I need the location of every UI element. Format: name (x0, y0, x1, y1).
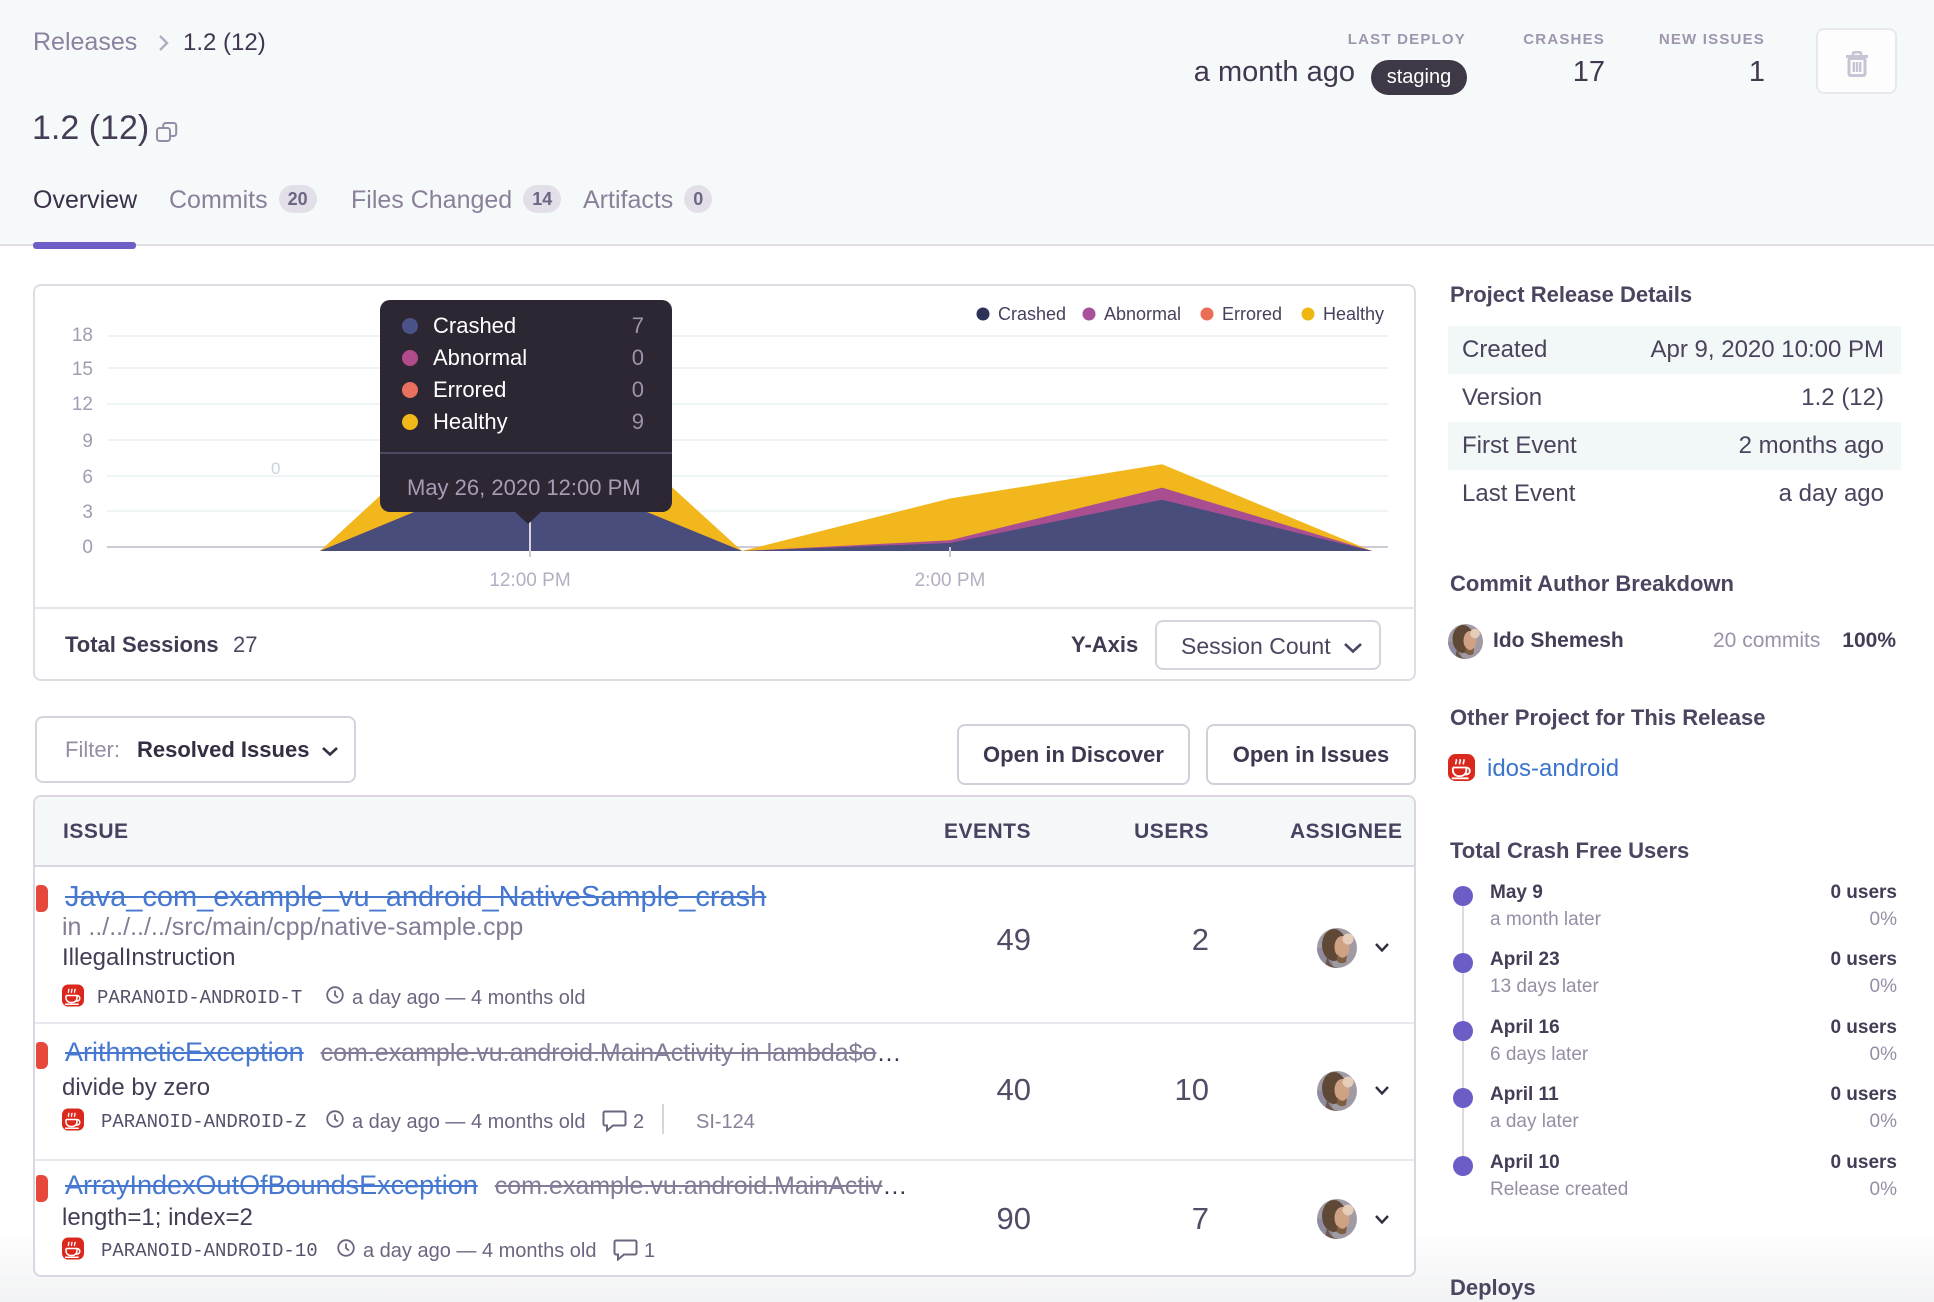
svg-text:18: 18 (72, 325, 93, 346)
svg-text:9: 9 (82, 431, 93, 452)
svg-text:0: 0 (82, 537, 93, 558)
svg-text:Healthy: Healthy (1323, 304, 1384, 324)
svg-text:12: 12 (72, 394, 93, 415)
svg-text:Crashed: Crashed (998, 304, 1066, 324)
svg-text:Errored: Errored (1222, 304, 1282, 324)
svg-text:15: 15 (72, 359, 93, 380)
svg-text:0: 0 (271, 459, 280, 478)
svg-text:Abnormal: Abnormal (1104, 304, 1181, 324)
svg-text:3: 3 (82, 502, 93, 523)
svg-text:6: 6 (82, 467, 93, 488)
svg-text:2:00 PM: 2:00 PM (915, 570, 986, 591)
svg-text:12:00 PM: 12:00 PM (489, 570, 570, 591)
